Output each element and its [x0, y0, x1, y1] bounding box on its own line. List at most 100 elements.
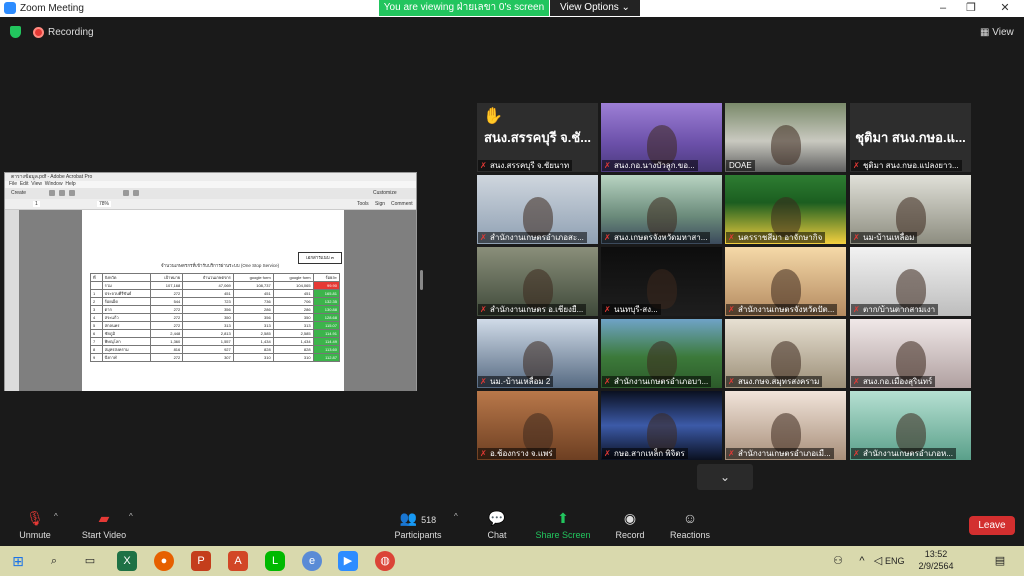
taskbar-clock[interactable]: 13:52 2/9/2564	[912, 548, 960, 572]
zoom-value: 78%	[97, 201, 112, 207]
people-icon[interactable]: ⚇	[828, 551, 848, 571]
view-button[interactable]: ▦ View	[980, 27, 1014, 38]
search-icon[interactable]: ⌕	[44, 551, 64, 571]
participant-name: สนง.สรรคบุรี จ.ชัยนาท	[478, 160, 573, 171]
participant-tile[interactable]: กษอ.สากเหล็ก พิจิตร ✗	[601, 391, 722, 460]
participant-tile[interactable]: สนง.เกษตรจังหวัดมหาสา... ✗	[601, 175, 722, 244]
acrobat-icon[interactable]: A	[228, 551, 248, 571]
participant-big-name: ชุติมา สนง.กษอ.แ...	[855, 130, 966, 145]
muted-microphone-icon: ✗	[604, 377, 611, 386]
participant-silhouette	[896, 197, 926, 237]
chat-button[interactable]: 💬 Chat	[462, 510, 532, 540]
participant-tile[interactable]: ตาก/บ้านตากสามเงา ✗	[850, 247, 971, 316]
table-cell: 8	[90, 345, 103, 354]
muted-microphone-icon: ✗	[480, 233, 487, 242]
participants-button[interactable]: 👥 518 Participants ^	[383, 510, 457, 540]
shared-screen[interactable]: ตารางข้อมูล.pdf - Adobe Acrobat Pro File…	[4, 172, 417, 391]
view-options-label: View Options	[560, 2, 619, 13]
muted-microphone-icon: ✗	[853, 449, 860, 458]
share-screen-button[interactable]: ⬆ Share Screen	[528, 510, 598, 540]
unmute-button[interactable]: 🎙 Unmute ^	[0, 510, 70, 540]
table-cell: สกลนคร	[101, 321, 152, 330]
muted-microphone-icon: ✗	[853, 305, 860, 314]
participant-tile[interactable]: สำนักงานเกษตรอำเภอเมื... ✗	[725, 391, 846, 460]
task-view-icon[interactable]: ▭	[80, 551, 100, 571]
start-video-label: Start Video	[81, 530, 127, 540]
chevron-down-icon[interactable]: ⌄	[697, 464, 753, 490]
chrome-icon[interactable]: ◍	[375, 551, 395, 571]
browser-icon[interactable]: e	[302, 551, 322, 571]
participant-tile[interactable]: สำนักงานเกษตรจังหวัดปัต... ✗	[725, 247, 846, 316]
participant-tile[interactable]: สำนักงานเกษตรอำเภอสะ... ✗	[477, 175, 598, 244]
table-cell: ชัยภูมิ	[101, 329, 152, 338]
muted-microphone-icon: ✗	[604, 233, 611, 242]
table-cell: 115.07	[312, 321, 341, 330]
participant-tile[interactable]: สนง.กอ.นางบัวลูก.ขอ... ✗	[601, 103, 722, 172]
table-cell: 828	[232, 345, 274, 354]
close-icon[interactable]: ✕	[991, 1, 1019, 15]
table-cell: 113.60	[312, 345, 341, 354]
participant-tile[interactable]: สำนักงานเกษตร อ.เชียงยื... ✗	[477, 247, 598, 316]
split-divider-handle[interactable]	[420, 270, 423, 290]
participant-name: นครราชสีมา อาจักษากิจ	[726, 232, 826, 243]
muted-microphone-icon: ✗	[604, 449, 611, 458]
participant-silhouette	[771, 125, 801, 165]
notifications-icon[interactable]: ▤	[990, 551, 1010, 571]
muted-microphone-icon: ✗	[604, 305, 611, 314]
table-cell: 9	[90, 353, 103, 362]
table-cell: 451	[272, 289, 314, 298]
windows-start-icon[interactable]: ⊞	[8, 551, 28, 571]
participant-tile[interactable]: นม.-บ้านเหลื่อม 2 ✗	[477, 319, 598, 388]
tools-pane-button: Tools	[357, 201, 369, 207]
table-cell: 313	[182, 321, 234, 330]
table-cell: 350	[272, 313, 314, 322]
table-cell: สมุทรสงคราม	[101, 345, 152, 354]
participants-icon: 👥 518	[399, 510, 437, 526]
page-number: 1	[33, 201, 40, 207]
participant-tile[interactable]: นครราชสีมา อาจักษากิจ ✗	[725, 175, 846, 244]
menu-item: Window	[44, 181, 63, 187]
participant-tile[interactable]: สำนักงานเกษตรอำเภอบา... ✗	[601, 319, 722, 388]
zoom-app-icon	[4, 2, 16, 14]
participant-tile[interactable]: อ.ช้องกราง จ.แพร่ ✗	[477, 391, 598, 460]
table-cell: 350	[182, 313, 234, 322]
table-cell: 99.90	[312, 281, 341, 290]
participant-silhouette	[523, 269, 553, 309]
view-options-button[interactable]: View Options ⌄	[550, 0, 640, 16]
chat-label: Chat	[487, 530, 507, 540]
table-header: เป้าหมาย	[150, 273, 184, 282]
participants-caret-icon[interactable]: ^	[454, 512, 458, 521]
firefox-icon[interactable]: ●	[154, 551, 174, 571]
muted-microphone-icon: ✗	[728, 377, 735, 386]
menu-item: Help	[65, 181, 76, 187]
participant-name: ชุติมา สนง.กษอ.แปลงยาว...	[851, 160, 962, 171]
maximize-icon[interactable]: ❐	[957, 1, 985, 15]
table-cell: 132.35	[312, 297, 341, 306]
start-video-button[interactable]: ▰ Start Video ^	[69, 510, 139, 540]
leave-button[interactable]: Leave	[969, 516, 1015, 535]
participant-tile[interactable]: ชุติมา สนง.กษอ.แ... ชุติมา สนง.กษอ.แปลงยา…	[850, 103, 971, 172]
reactions-icon: ☺	[682, 510, 698, 526]
security-shield-icon[interactable]	[10, 26, 21, 38]
minimize-icon[interactable]: –	[929, 1, 957, 15]
participant-tile[interactable]: สนง.กอ.เมืองสุรินทร์ ✗	[850, 319, 971, 388]
participant-tile[interactable]: นนทบุรี-สง... ✗	[601, 247, 722, 316]
audio-options-caret-icon[interactable]: ^	[54, 512, 58, 521]
zoom-taskbar-icon[interactable]: ▶	[338, 551, 358, 571]
powerpoint-icon[interactable]: P	[191, 551, 211, 571]
reactions-button[interactable]: ☺ Reactions	[655, 510, 725, 540]
table-row: 5 สกลนคร 272 313 313 313 115.07	[90, 321, 341, 330]
participant-tile[interactable]: DOAE	[725, 103, 846, 172]
line-app-icon[interactable]: L	[265, 551, 285, 571]
video-options-caret-icon[interactable]: ^	[129, 512, 133, 521]
table-cell: 307	[182, 353, 234, 362]
participant-tile[interactable]: สำนักงานเกษตรอำเภอห... ✗	[850, 391, 971, 460]
input-language[interactable]: ENG	[885, 556, 905, 566]
participant-tile[interactable]: นม-บ้านเหลื่อม ✗	[850, 175, 971, 244]
table-row: 1 ประจวบคีรีขันธ์ 272 451 451 451 165.81	[90, 289, 341, 298]
raised-hand-icon: ✋	[483, 108, 503, 125]
table-cell: 313	[272, 321, 314, 330]
table-header: จำนวนเกษตรกร	[182, 273, 234, 282]
excel-icon[interactable]: X	[117, 551, 137, 571]
participant-tile[interactable]: สนง.กษจ.สมุทรสงคราม ✗	[725, 319, 846, 388]
